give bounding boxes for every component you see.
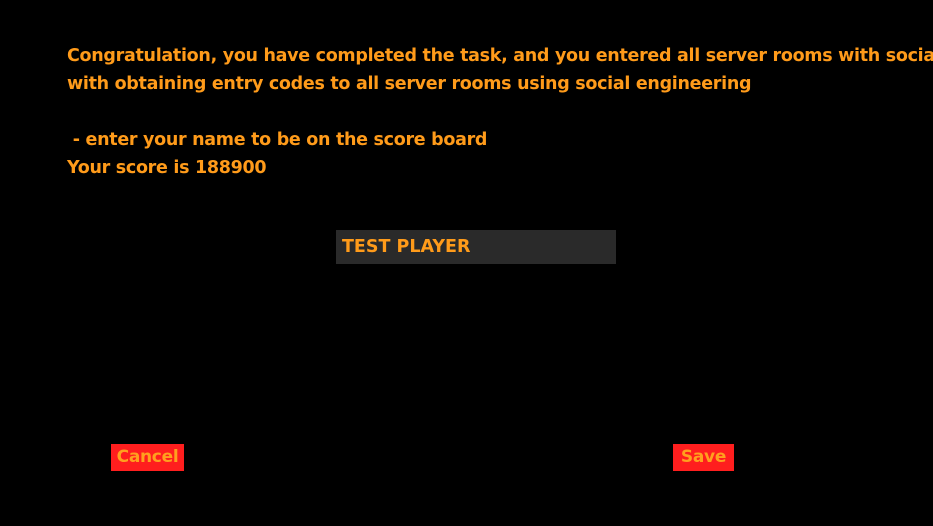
message-line-1: Congratulation, you have completed the t… <box>67 46 933 66</box>
name-prompt: - enter your name to be on the score boa… <box>67 130 488 150</box>
player-name-input[interactable] <box>336 230 616 264</box>
score-text: Your score is 188900 <box>67 158 267 178</box>
message-line-3 <box>67 98 927 126</box>
completion-message: Congratulation, you have completed the t… <box>67 42 933 182</box>
cancel-button[interactable]: Cancel <box>111 444 184 471</box>
save-button[interactable]: Save <box>673 444 734 471</box>
game-over-screen: Congratulation, you have completed the t… <box>0 0 933 526</box>
message-line-2: with obtaining entry codes to all server… <box>67 74 752 94</box>
